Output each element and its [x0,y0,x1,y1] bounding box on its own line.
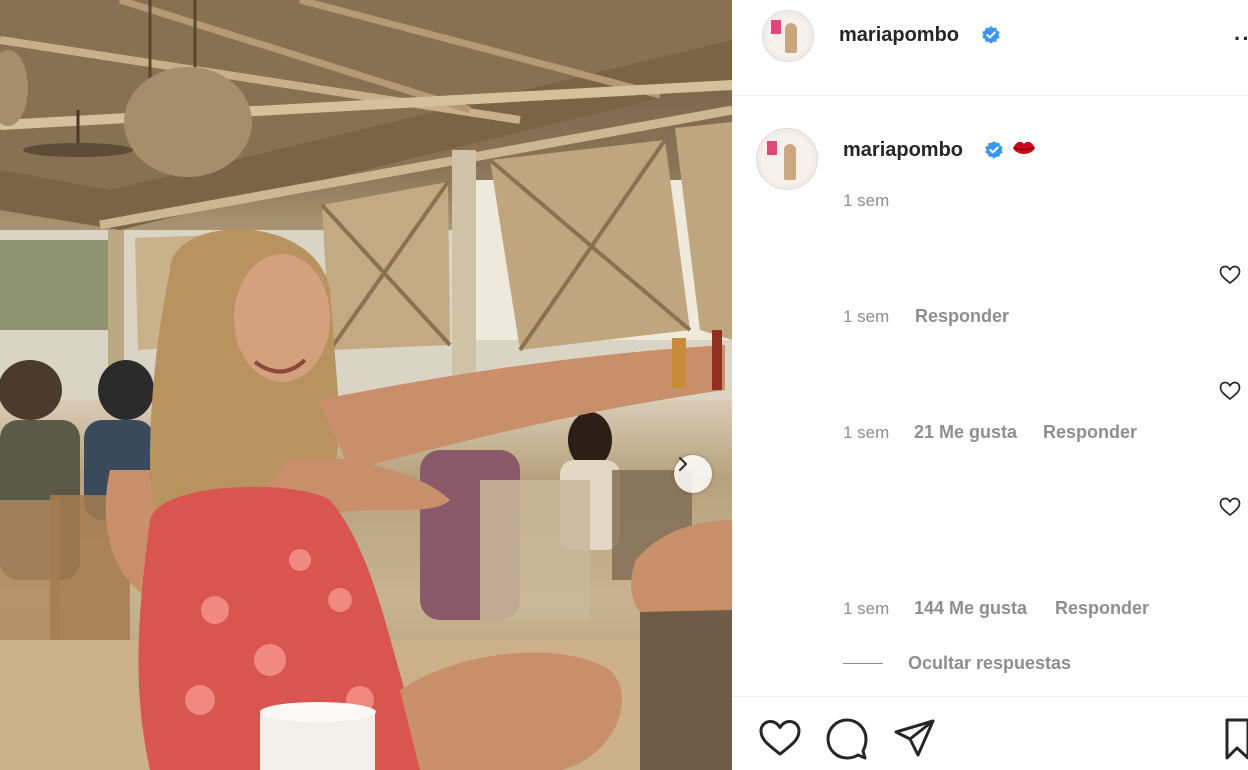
reply-button[interactable]: Responder [915,306,1009,327]
post-action-bar [732,696,1248,770]
chevron-right-icon [678,456,688,472]
comment-time: 1 sem [843,307,890,326]
comment-time: 1 sem [843,423,890,442]
verified-badge-icon [982,26,1000,44]
heart-icon[interactable] [758,717,802,761]
comment-likes-count[interactable]: 21 Me gusta [914,422,1017,443]
reply-button[interactable]: Responder [1055,598,1149,619]
author-username[interactable]: mariapombo [839,24,959,47]
bookmark-icon[interactable] [1224,717,1248,761]
kiss-lips-icon [1013,141,1035,154]
caption-time: 1 sem [843,191,890,210]
more-horizontal-icon[interactable]: ·· [1234,26,1248,52]
photo-scene [0,0,732,770]
reply-button[interactable]: Responder [1043,422,1137,443]
next-photo-button[interactable] [674,455,712,493]
comment-time: 1 sem [843,599,890,618]
share-icon[interactable] [892,717,936,761]
like-comment-heart-icon[interactable] [1219,265,1241,285]
post-header: mariapombo ·· [732,0,1248,96]
caption-username[interactable]: mariapombo [843,139,963,162]
like-comment-heart-icon[interactable] [1219,497,1241,517]
caption-avatar[interactable] [756,128,818,190]
like-comment-heart-icon[interactable] [1219,381,1241,401]
comment-likes-count[interactable]: 144 Me gusta [914,598,1027,619]
comment-icon[interactable] [825,717,869,761]
hide-replies-button[interactable]: Ocultar respuestas [908,653,1071,674]
post-side-panel: mariapombo ·· mariapombo 1 sem 1 sem Res… [732,0,1248,770]
post-photo[interactable] [0,0,732,770]
replies-divider [843,663,883,664]
author-avatar[interactable] [762,10,814,62]
verified-badge-icon [985,141,1003,159]
